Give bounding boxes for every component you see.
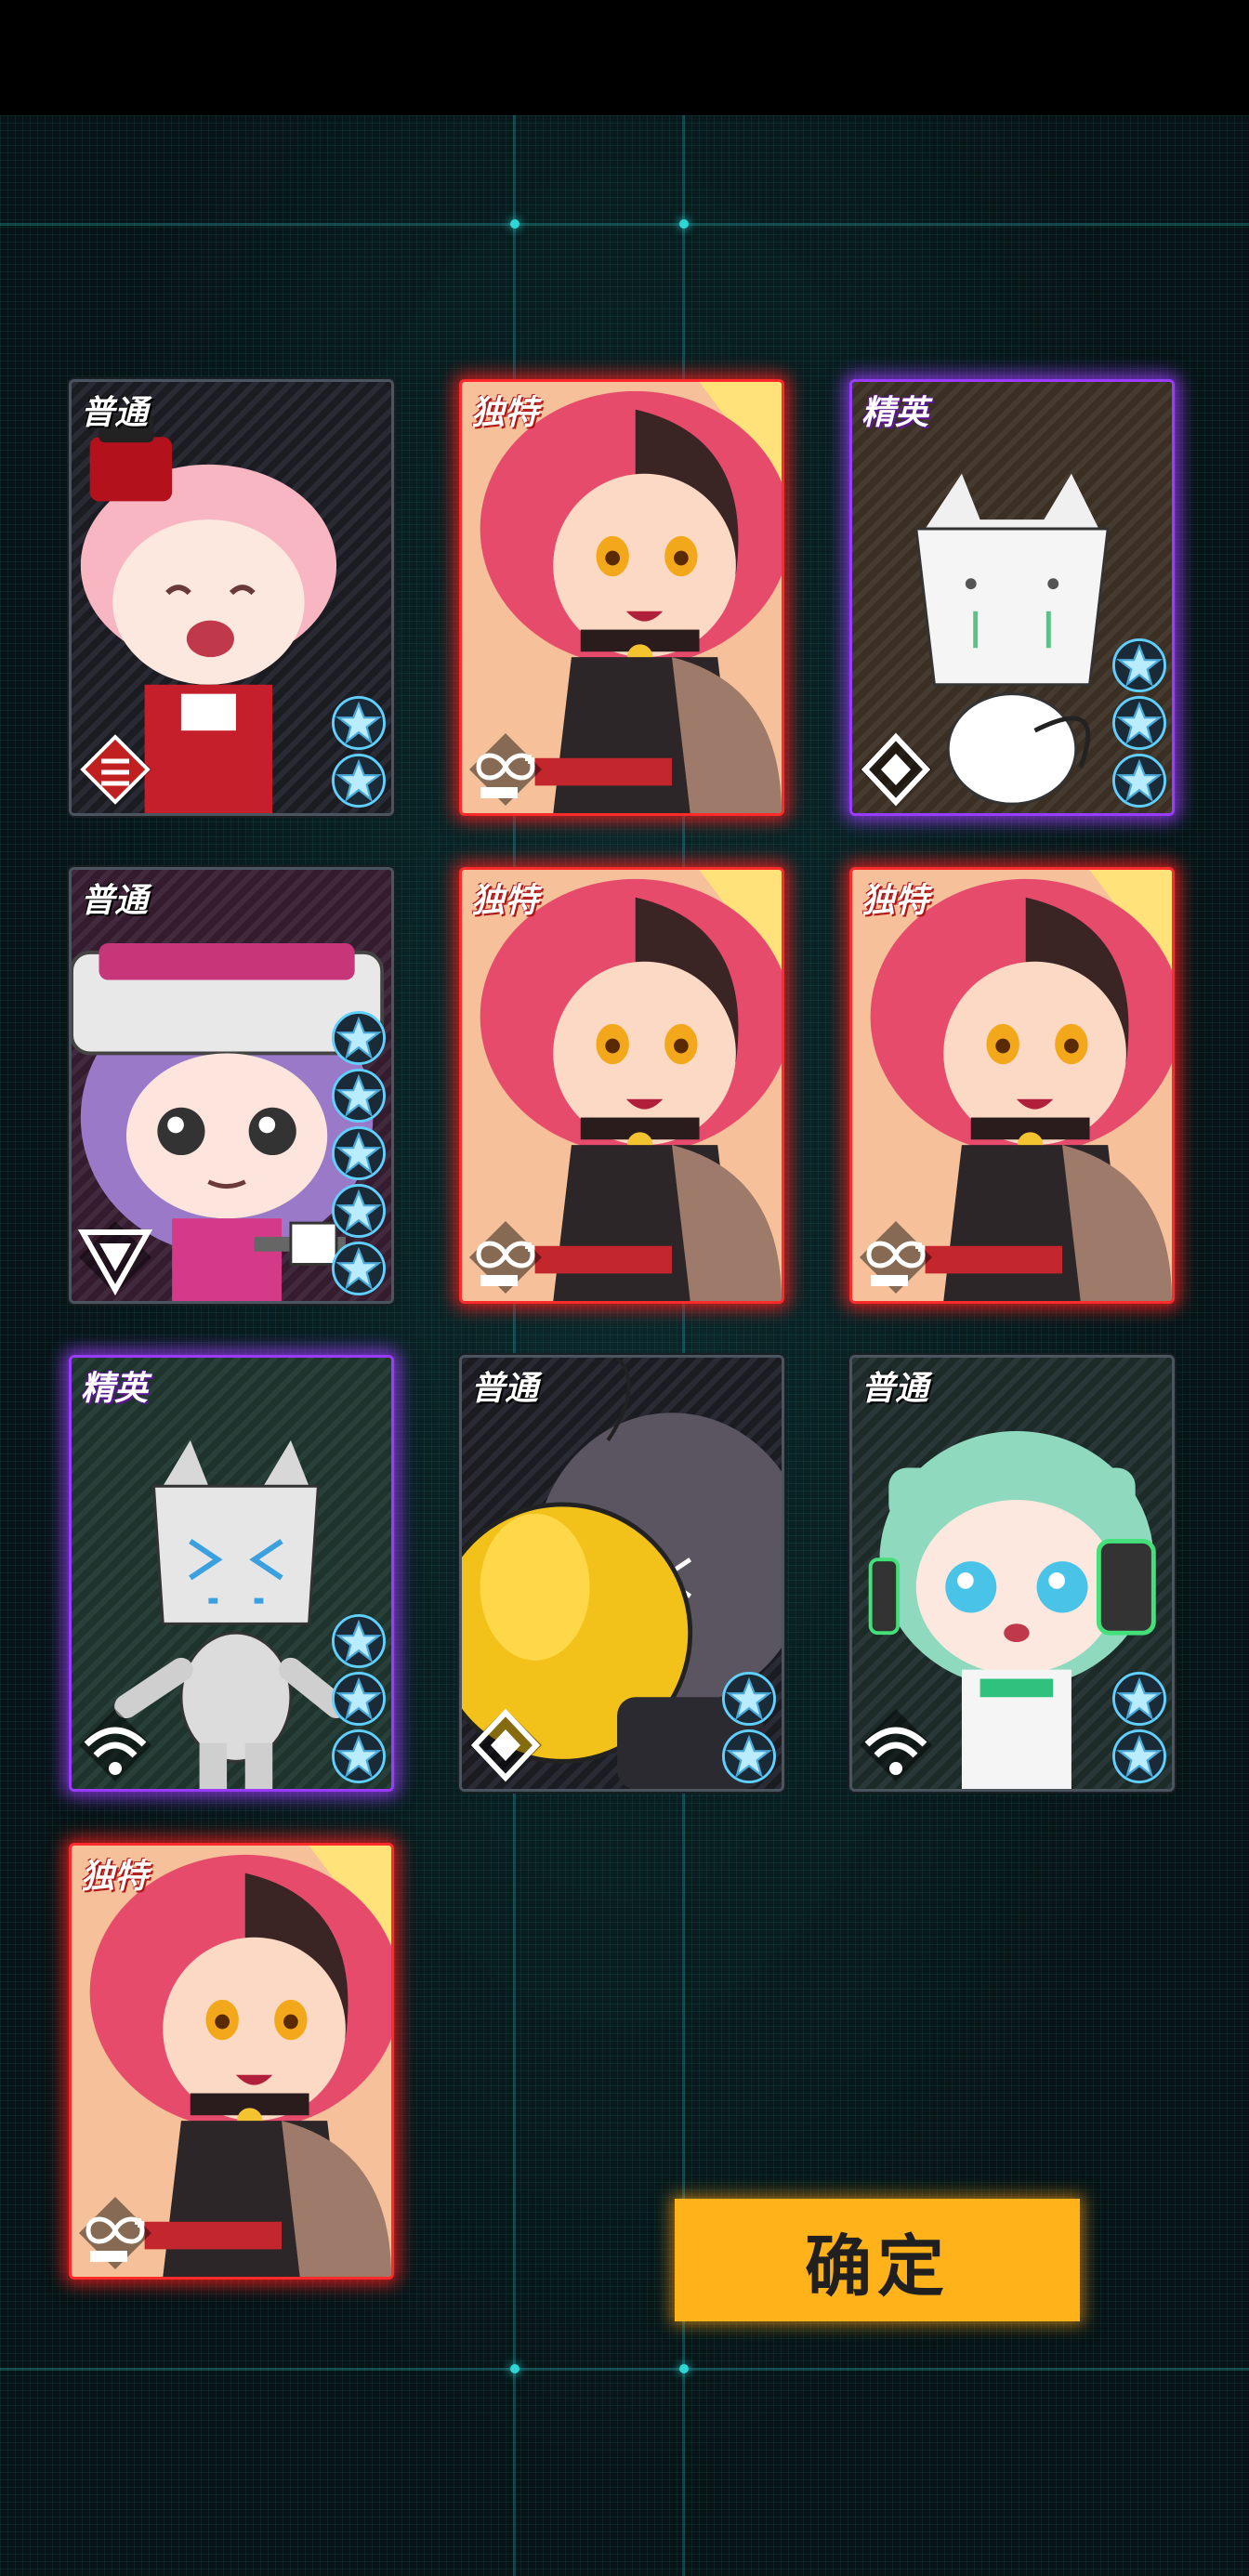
infinity-plus-icon [467, 1219, 544, 1295]
confirm-button[interactable]: 确定 [675, 2199, 1080, 2321]
striped-diamond-icon [77, 731, 153, 808]
triangle-icon [77, 1219, 153, 1296]
card-tier-label: 普通 [81, 394, 149, 432]
star-icon [332, 754, 386, 808]
card-tier-label: 独特 [861, 882, 929, 920]
star-icon [722, 1729, 776, 1783]
card-tier-label: 精英 [81, 1370, 149, 1408]
card-tier-label: 独特 [471, 394, 539, 432]
star-icon [332, 1011, 386, 1065]
star-icon [332, 1672, 386, 1726]
card-tier-label: 独特 [81, 1858, 149, 1896]
character-card[interactable]: 普通 [459, 1355, 784, 1792]
signal-icon [858, 1707, 934, 1783]
signal-icon [77, 1707, 153, 1783]
card-tier-label: 普通 [81, 882, 149, 920]
card-tier-label: 独特 [471, 882, 539, 920]
diamond-icon [858, 731, 934, 808]
grid-line [0, 2368, 1249, 2371]
diamond-icon [467, 1707, 544, 1783]
star-rating [332, 1011, 386, 1295]
star-icon [1112, 696, 1166, 750]
star-icon [332, 1614, 386, 1668]
grid-node [679, 2364, 689, 2373]
character-card[interactable]: 独特 [459, 379, 784, 816]
star-rating [332, 696, 386, 808]
infinity-plus-icon [858, 1219, 934, 1295]
infinity-plus-icon [77, 2195, 153, 2271]
grid-node [510, 219, 519, 229]
star-icon [332, 1126, 386, 1180]
star-icon [332, 696, 386, 750]
grid-node [679, 219, 689, 229]
grid-node [510, 2364, 519, 2373]
character-card[interactable]: 独特 [69, 1843, 394, 2280]
character-card[interactable]: 普通 [69, 867, 394, 1304]
character-card[interactable]: 精英 [849, 379, 1175, 816]
star-rating [1112, 1672, 1166, 1783]
character-card[interactable]: 独特 [849, 867, 1175, 1304]
star-icon [332, 1729, 386, 1783]
character-card[interactable]: 普通 [69, 379, 394, 816]
star-rating [1112, 638, 1166, 808]
star-icon [1112, 638, 1166, 692]
infinity-plus-icon [467, 731, 544, 808]
star-icon [332, 1069, 386, 1123]
star-rating [332, 1614, 386, 1783]
star-icon [1112, 1729, 1166, 1783]
character-card[interactable]: 普通 [849, 1355, 1175, 1792]
star-icon [332, 1242, 386, 1295]
top-black-bar [0, 0, 1249, 115]
star-icon [1112, 754, 1166, 808]
star-icon [722, 1672, 776, 1726]
star-rating [722, 1672, 776, 1783]
character-card[interactable]: 独特 [459, 867, 784, 1304]
card-tier-label: 普通 [861, 1370, 929, 1408]
card-tier-label: 普通 [471, 1370, 539, 1408]
star-icon [332, 1184, 386, 1238]
star-icon [1112, 1672, 1166, 1726]
card-tier-label: 精英 [861, 394, 929, 432]
character-card[interactable]: 精英 [69, 1355, 394, 1792]
grid-line [0, 223, 1249, 226]
